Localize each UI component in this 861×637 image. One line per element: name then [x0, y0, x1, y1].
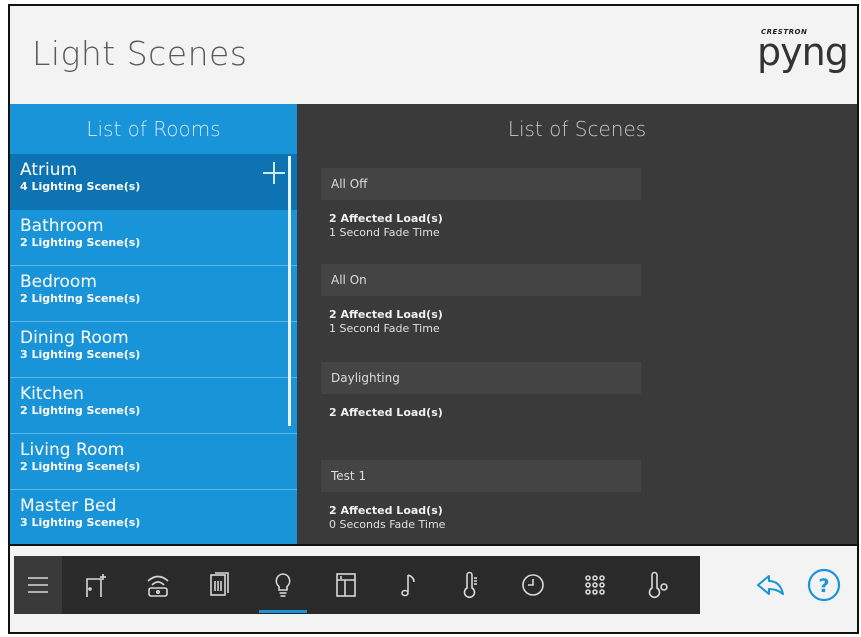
bottom-area: ?: [10, 546, 857, 632]
keypad-icon[interactable]: [571, 556, 619, 614]
scene-item-test-1[interactable]: Test 1 2 Affected Load(s) 0 Seconds Fade…: [321, 460, 641, 532]
music-note-icon[interactable]: [384, 556, 432, 614]
active-tab-indicator: [259, 610, 307, 613]
room-scene-count: 3 Lighting Scene(s): [20, 348, 141, 361]
app-frame: Light Scenes CRESTRON pyng List of Rooms…: [8, 4, 859, 634]
room-name: Bathroom: [20, 216, 104, 236]
room-item-dining-room[interactable]: Dining Room 3 Lighting Scene(s): [10, 322, 297, 378]
help-icon[interactable]: ?: [807, 568, 841, 602]
rooms-header: List of Rooms: [86, 117, 221, 141]
scene-fade-time: 0 Seconds Fade Time: [329, 518, 446, 531]
room-name: Kitchen: [20, 384, 84, 404]
room-name: Master Bed: [20, 496, 117, 516]
scene-name[interactable]: All On: [321, 264, 641, 296]
room-list-scrollbar[interactable]: [288, 156, 291, 426]
room-scene-count: 4 Lighting Scene(s): [20, 180, 141, 193]
crestron-pyng-logo: CRESTRON pyng: [757, 26, 849, 86]
scenes-header: List of Scenes: [507, 117, 647, 141]
scene-item-all-on[interactable]: All On 2 Affected Load(s) 1 Second Fade …: [321, 264, 641, 336]
shades-icon[interactable]: [196, 556, 244, 614]
scenes-panel: List of Scenes All Off 2 Affected Load(s…: [297, 104, 857, 544]
room-scene-count: 2 Lighting Scene(s): [20, 236, 141, 249]
room-item-kitchen[interactable]: Kitchen 2 Lighting Scene(s): [10, 378, 297, 434]
scene-name[interactable]: Test 1: [321, 460, 641, 492]
thermometer-icon[interactable]: [446, 556, 494, 614]
room-item-master-bed[interactable]: Master Bed 3 Lighting Scene(s): [10, 490, 297, 546]
scene-name[interactable]: All Off: [321, 168, 641, 200]
room-item-atrium[interactable]: Atrium 4 Lighting Scene(s): [10, 154, 297, 210]
room-name: Living Room: [20, 440, 125, 460]
scene-affected-loads: 2 Affected Load(s): [329, 308, 443, 321]
room-name: Atrium: [20, 160, 78, 180]
header: Light Scenes CRESTRON pyng: [10, 6, 857, 104]
rooms-panel: List of Rooms Atrium 4 Lighting Scene(s)…: [10, 104, 297, 544]
room-item-living-room[interactable]: Living Room 2 Lighting Scene(s): [10, 434, 297, 490]
room-item-bedroom[interactable]: Bedroom 2 Lighting Scene(s): [10, 266, 297, 322]
room-scene-count: 2 Lighting Scene(s): [20, 460, 141, 473]
clock-icon[interactable]: [509, 556, 557, 614]
scene-affected-loads: 2 Affected Load(s): [329, 406, 443, 419]
svg-text:?: ?: [818, 575, 829, 597]
brand-big-text: pyng: [757, 30, 849, 74]
room-scene-count: 2 Lighting Scene(s): [20, 292, 141, 305]
nav-bar: [14, 556, 700, 614]
add-scene-icon[interactable]: [263, 162, 285, 184]
scene-item-all-off[interactable]: All Off 2 Affected Load(s) 1 Second Fade…: [321, 168, 641, 240]
scene-affected-loads: 2 Affected Load(s): [329, 212, 443, 225]
window-icon[interactable]: [322, 556, 370, 614]
room-list[interactable]: Atrium 4 Lighting Scene(s) Bathroom 2 Li…: [10, 154, 297, 546]
room-name: Dining Room: [20, 328, 129, 348]
room-name: Bedroom: [20, 272, 97, 292]
scene-item-daylighting[interactable]: Daylighting 2 Affected Load(s): [321, 362, 641, 420]
temperature-sensor-icon[interactable]: [634, 556, 682, 614]
wifi-remote-icon[interactable]: [134, 556, 182, 614]
room-door-icon[interactable]: [72, 556, 120, 614]
scene-name[interactable]: Daylighting: [321, 362, 641, 394]
room-scene-count: 2 Lighting Scene(s): [20, 404, 141, 417]
back-arrow-icon[interactable]: [753, 568, 787, 602]
room-scene-count: 3 Lighting Scene(s): [20, 516, 141, 529]
room-item-bathroom[interactable]: Bathroom 2 Lighting Scene(s): [10, 210, 297, 266]
page-title: Light Scenes: [32, 34, 248, 73]
lightbulb-icon[interactable]: [259, 556, 307, 614]
scene-affected-loads: 2 Affected Load(s): [329, 504, 443, 517]
menu-icon[interactable]: [14, 556, 62, 614]
right-icons: ?: [727, 556, 857, 614]
scene-fade-time: 1 Second Fade Time: [329, 322, 440, 335]
scene-fade-time: 1 Second Fade Time: [329, 226, 440, 239]
